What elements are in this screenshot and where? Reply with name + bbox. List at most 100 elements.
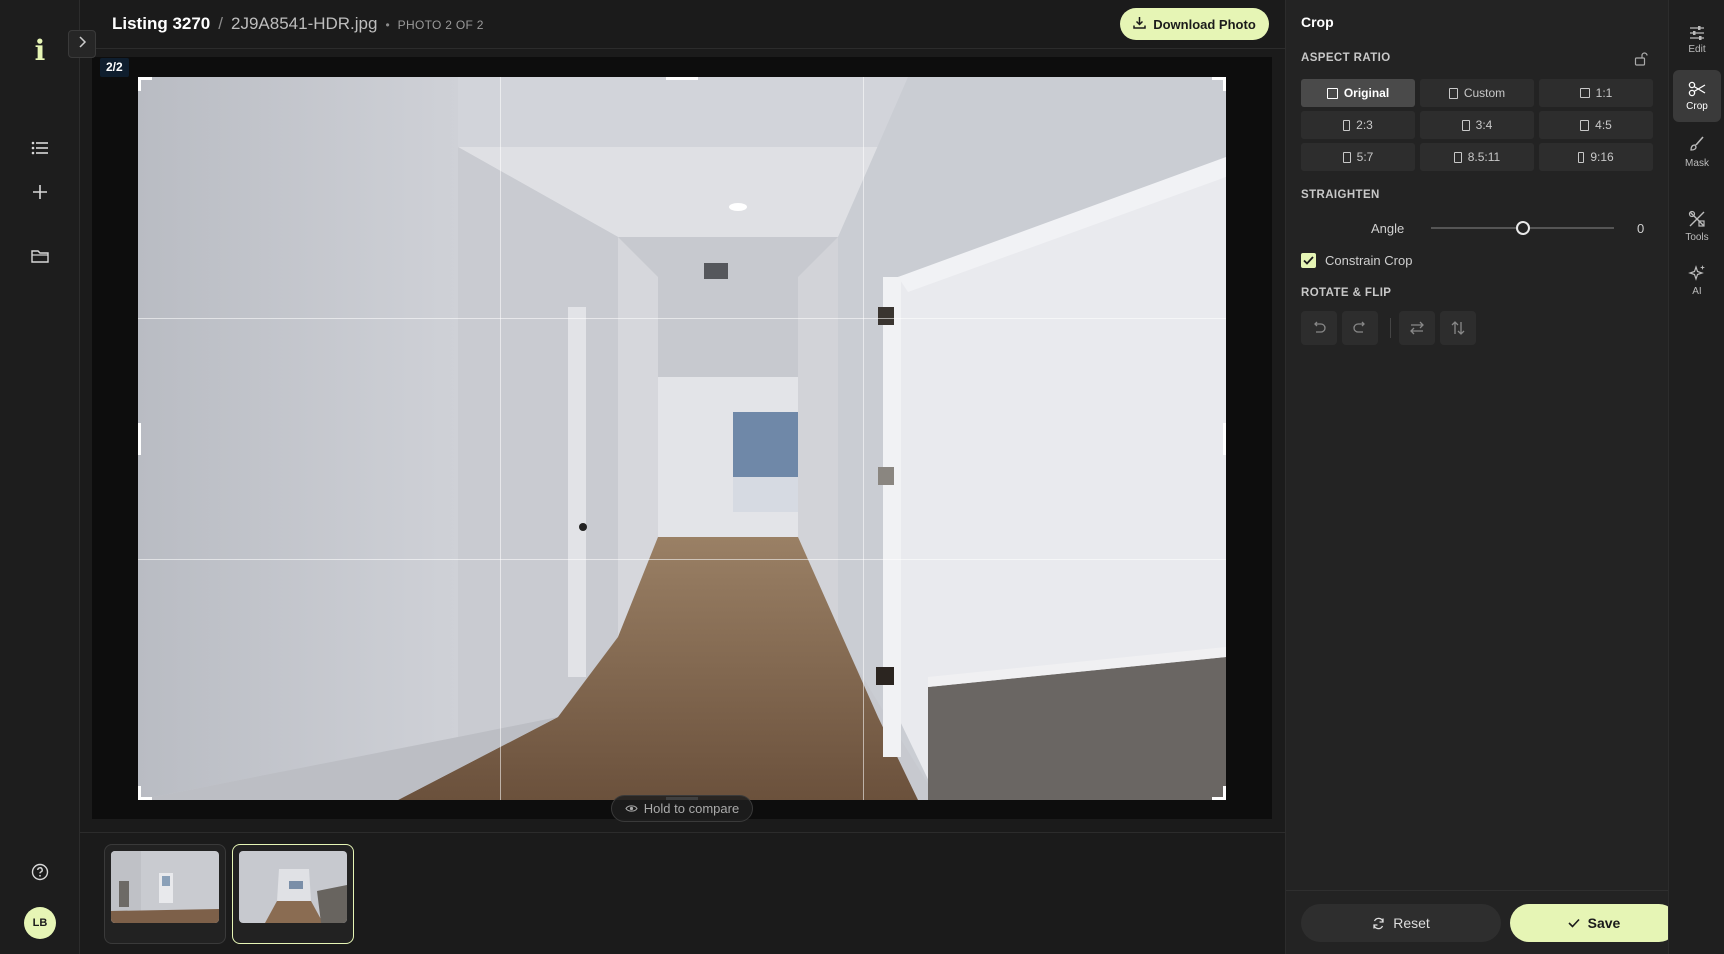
- tool-crop[interactable]: Crop: [1673, 70, 1721, 122]
- crop-handle-bottom-left[interactable]: [138, 786, 141, 800]
- constrain-crop-label: Constrain Crop: [1325, 253, 1413, 268]
- help-icon[interactable]: [24, 856, 56, 888]
- rotate-left-icon: [1314, 321, 1326, 333]
- tool-label: Tools: [1685, 231, 1709, 243]
- tool-ai[interactable]: AI: [1673, 254, 1721, 306]
- reset-label: Reset: [1393, 915, 1430, 931]
- tool-label: Crop: [1686, 100, 1708, 112]
- listing-link[interactable]: Listing 3270: [112, 14, 210, 34]
- photo-count: PHOTO 2 OF 2: [397, 18, 484, 32]
- photo-crop-area[interactable]: [138, 77, 1226, 800]
- flip-vertical-button[interactable]: [1440, 311, 1476, 345]
- tool-mask[interactable]: Mask: [1673, 126, 1721, 178]
- constrain-crop-checkbox[interactable]: [1301, 253, 1316, 268]
- thumbnail[interactable]: [104, 844, 226, 944]
- tool-tools[interactable]: Tools: [1673, 200, 1721, 252]
- check-icon: [1568, 918, 1580, 928]
- save-button[interactable]: Save: [1510, 904, 1678, 942]
- ratio-label: 1:1: [1595, 86, 1613, 100]
- rotate-right-icon: [1353, 321, 1365, 333]
- scissors-icon: [1688, 81, 1706, 96]
- constrain-crop-toggle[interactable]: Constrain Crop: [1301, 253, 1412, 268]
- angle-control: Angle 0: [1301, 218, 1653, 238]
- ratio-icon: [1578, 151, 1585, 163]
- flip-vertical-icon: [1451, 321, 1465, 335]
- divider: [1390, 318, 1391, 338]
- brush-icon: [1690, 135, 1704, 151]
- ratio-5-7-button[interactable]: 5:7: [1301, 143, 1415, 171]
- reset-button[interactable]: Reset: [1301, 904, 1501, 942]
- crop-handle-left[interactable]: [138, 423, 141, 455]
- ratio-label: 5:7: [1356, 150, 1374, 164]
- ratio-2-3-button[interactable]: 2:3: [1301, 111, 1415, 139]
- ratio-icon: [1453, 151, 1462, 163]
- ratio-8-5-11-button[interactable]: 8.5:11: [1420, 143, 1534, 171]
- ratio-9-16-button[interactable]: 9:16: [1539, 143, 1653, 171]
- sliders-icon: [1690, 25, 1704, 40]
- aspect-ratio-heading: ASPECT RATIO: [1301, 52, 1391, 64]
- save-label: Save: [1587, 915, 1621, 931]
- ratio-icon: [1579, 88, 1590, 98]
- filename: 2J9A8541-HDR.jpg: [231, 14, 378, 33]
- checkmark-icon: [1303, 256, 1314, 265]
- photo-index-badge: 2/2: [100, 58, 129, 77]
- list-icon[interactable]: [24, 132, 56, 164]
- thumbnail-selected[interactable]: [232, 844, 354, 944]
- ratio-custom-button[interactable]: Custom: [1420, 79, 1534, 107]
- rotate-flip-heading: ROTATE & FLIP: [1301, 287, 1392, 299]
- rotate-left-button[interactable]: [1301, 311, 1337, 345]
- tool-label: Mask: [1685, 157, 1709, 169]
- crop-handle-right[interactable]: [1223, 423, 1226, 455]
- grid-line: [863, 77, 864, 800]
- app-logo[interactable]: i: [28, 36, 52, 66]
- dot-separator: •: [385, 18, 390, 32]
- download-label: Download Photo: [1153, 16, 1256, 32]
- chevron-right-icon: [77, 35, 87, 53]
- left-rail: i LB: [0, 0, 80, 954]
- ratio-icon: [1448, 87, 1458, 99]
- ratio-3-4-button[interactable]: 3:4: [1420, 111, 1534, 139]
- crop-handle-top[interactable]: [666, 77, 698, 80]
- refresh-icon: [1373, 917, 1384, 929]
- flip-horizontal-icon: [1410, 321, 1424, 335]
- grid-line: [138, 559, 1226, 560]
- grid-line: [500, 77, 501, 800]
- plus-icon[interactable]: [24, 176, 56, 208]
- ratio-1-1-button[interactable]: 1:1: [1539, 79, 1653, 107]
- header: Listing 3270 / 2J9A8541-HDR.jpg • PHOTO …: [80, 0, 1285, 49]
- download-icon: [1133, 16, 1146, 32]
- avatar[interactable]: LB: [24, 907, 56, 939]
- breadcrumb: Listing 3270 / 2J9A8541-HDR.jpg • PHOTO …: [112, 14, 484, 34]
- tool-edit[interactable]: Edit: [1673, 14, 1721, 66]
- angle-value: 0: [1637, 221, 1645, 236]
- flip-horizontal-button[interactable]: [1399, 311, 1435, 345]
- folder-icon[interactable]: [24, 240, 56, 272]
- ratio-label: Custom: [1463, 86, 1506, 100]
- crop-handle-top-left[interactable]: [138, 77, 141, 91]
- grid-line: [138, 318, 1226, 319]
- ratio-original-button[interactable]: Original: [1301, 79, 1415, 107]
- tool-rail: Edit Crop Mask Tools AI: [1668, 0, 1724, 954]
- aspect-ratio-options: Original Custom 1:1 2:3 3:4 4:5 5:7 8.5:…: [1301, 79, 1653, 171]
- crop-panel: Crop ASPECT RATIO Original Custom 1:1 2:…: [1285, 0, 1678, 954]
- unlock-icon[interactable]: [1634, 52, 1648, 71]
- tool-label: Edit: [1688, 43, 1706, 55]
- filmstrip: [80, 832, 1285, 954]
- panel-title: Crop: [1301, 14, 1334, 30]
- rotate-right-button[interactable]: [1342, 311, 1378, 345]
- hallway-photo: [138, 77, 1226, 800]
- thumbnail-image: [239, 851, 347, 923]
- ratio-label: 8.5:11: [1467, 150, 1501, 164]
- ratio-4-5-button[interactable]: 4:5: [1539, 111, 1653, 139]
- angle-slider-thumb[interactable]: [1515, 221, 1530, 235]
- ratio-label: 2:3: [1356, 118, 1373, 132]
- crop-handle-top-right[interactable]: [1223, 77, 1226, 91]
- hold-to-compare-button[interactable]: Hold to compare: [611, 795, 753, 822]
- crop-handle-bottom-right[interactable]: [1223, 786, 1226, 800]
- ratio-label: 4:5: [1595, 118, 1612, 132]
- ratio-icon: [1461, 119, 1470, 131]
- expand-sidebar-button[interactable]: [68, 30, 96, 58]
- download-photo-button[interactable]: Download Photo: [1120, 8, 1269, 40]
- eye-icon: [625, 801, 638, 816]
- straighten-heading: STRAIGHTEN: [1301, 189, 1380, 201]
